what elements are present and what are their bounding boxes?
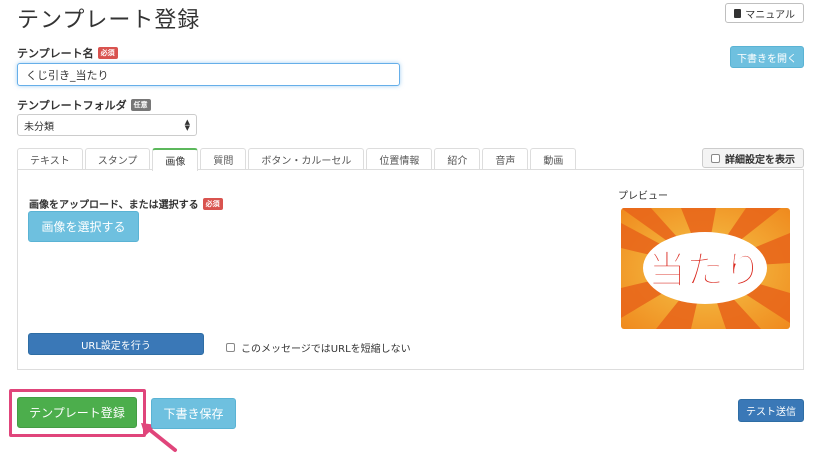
template-folder-label: テンプレートフォルダ 任意 [17,97,151,113]
template-name-label-text: テンプレート名 [17,47,94,60]
no-shorten-label: このメッセージではURLを短縮しない [241,344,411,355]
save-draft-button[interactable]: 下書き保存 [151,398,236,429]
template-name-input[interactable] [17,63,400,86]
tab-audio[interactable]: 音声 [482,148,529,170]
detail-settings-checkbox[interactable] [711,153,720,163]
detail-settings-label: 詳細設定を表示 [725,154,795,166]
preview-label: プレビュー [618,191,668,202]
required-badge: 必須 [97,47,118,59]
preview-image-text: 当たり [648,248,762,292]
open-draft-button[interactable]: 下書きを開く [730,46,804,68]
template-folder-label-text: テンプレートフォルダ [17,99,127,112]
tab-introduction[interactable]: 紹介 [434,148,481,170]
upload-label: 画像をアップロード、または選択する 必須 [29,196,223,211]
template-name-label: テンプレート名 必須 [17,45,118,61]
manual-label: マニュアル [745,9,795,21]
no-shorten-url-option[interactable]: このメッセージではURLを短縮しない [226,340,411,355]
book-icon [734,8,742,18]
no-shorten-checkbox[interactable] [226,343,235,352]
folder-select-value: 未分類 [24,121,54,133]
test-send-button[interactable]: テスト送信 [738,399,804,422]
show-detail-settings-toggle[interactable]: 詳細設定を表示 [702,148,804,168]
tab-video[interactable]: 動画 [530,148,577,170]
optional-badge: 任意 [130,99,151,111]
image-tab-panel: 画像をアップロード、または選択する 必須 画像を選択する プレビュー 当たり U… [17,169,804,370]
upload-label-text: 画像をアップロード、または選択する [29,200,199,211]
required-badge: 必須 [202,197,223,210]
preview-image: 当たり [621,208,790,329]
page-title: テンプレート登録 [17,8,201,33]
tab-location[interactable]: 位置情報 [366,148,433,170]
tab-stamp[interactable]: スタンプ [84,148,151,170]
select-arrows-icon: ▲ ▼ [184,118,190,132]
url-settings-button[interactable]: URL設定を行う [28,333,204,355]
tab-question[interactable]: 質問 [200,148,247,170]
folder-select[interactable]: 未分類 ▲ ▼ [17,114,197,136]
register-template-button[interactable]: テンプレート登録 [17,397,137,428]
select-image-button[interactable]: 画像を選択する [28,211,139,242]
tab-button-carousel[interactable]: ボタン・カルーセル [248,148,365,170]
tab-text[interactable]: テキスト [17,148,83,170]
message-type-tabs: テキスト スタンプ 画像 質問 ボタン・カルーセル 位置情報 紹介 音声 動画 [17,148,578,171]
manual-button[interactable]: マニュアル [725,3,804,23]
tab-image[interactable]: 画像 [152,148,199,171]
